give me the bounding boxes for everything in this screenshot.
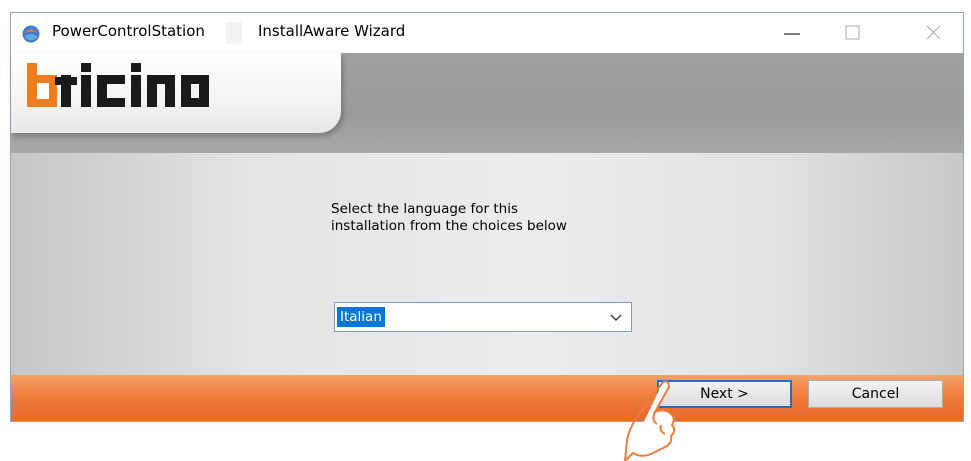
minimize-icon	[784, 33, 800, 35]
maximize-button[interactable]	[827, 13, 877, 53]
title-separator	[226, 22, 242, 44]
language-select[interactable]: Italian	[334, 302, 632, 332]
installer-window: PowerControlStation InstallAware Wizard	[10, 12, 964, 422]
language-prompt: Select the language for this installatio…	[331, 201, 567, 234]
logo-panel	[11, 53, 341, 133]
maximize-icon	[845, 25, 860, 40]
content-area: Select the language for this installatio…	[11, 153, 963, 375]
title-wizard-name: InstallAware Wizard	[258, 22, 406, 40]
language-select-value: Italian	[337, 307, 385, 327]
close-button[interactable]	[909, 13, 959, 53]
close-icon	[926, 25, 941, 40]
brand-header	[11, 53, 963, 153]
bticino-logo	[27, 63, 209, 107]
chevron-down-icon[interactable]	[609, 312, 623, 322]
app-icon	[22, 25, 40, 43]
button-bar: Next > Cancel	[11, 375, 963, 421]
title-app-name: PowerControlStation	[52, 22, 205, 40]
title-bar: PowerControlStation InstallAware Wizard	[11, 13, 963, 53]
minimize-button[interactable]	[768, 13, 818, 53]
pointing-hand-icon	[624, 380, 676, 461]
cancel-button[interactable]: Cancel	[808, 380, 943, 408]
